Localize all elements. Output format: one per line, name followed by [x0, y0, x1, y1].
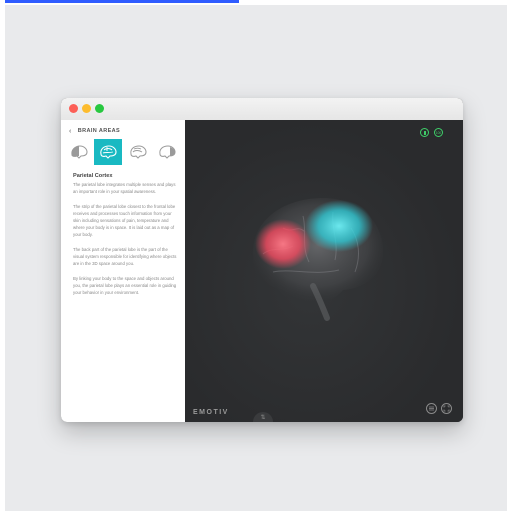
article-paragraph: The back part of the parietal lobe is th… — [73, 247, 177, 266]
chevron-left-icon: ‹ — [69, 127, 72, 135]
cursor-icon: ⇅ — [260, 415, 266, 421]
brain-3d-model[interactable] — [243, 176, 393, 326]
cursor-button[interactable]: ⇅ — [253, 412, 273, 422]
frontal-lobe-icon — [71, 145, 88, 159]
expand-icon — [443, 405, 450, 412]
parietal-lobe-icon — [100, 145, 117, 159]
tab-frontal-lobe[interactable] — [65, 139, 93, 165]
article-paragraph: By linking your body to the space and ob… — [73, 276, 177, 295]
tab-occipital-lobe[interactable] — [153, 139, 181, 165]
brain-area-tabs — [65, 139, 181, 165]
expand-button[interactable] — [441, 403, 452, 414]
emotiv-logo: EMOTIV — [193, 409, 229, 416]
back-button[interactable]: ‹ BRAIN AREAS — [69, 125, 120, 137]
tab-parietal-lobe[interactable] — [94, 139, 123, 165]
battery-icon[interactable] — [420, 128, 429, 137]
top-link-bar — [5, 0, 239, 3]
article-paragraph: The strip of the parietal lobe closest t… — [73, 204, 176, 237]
tab-temporal-lobe[interactable] — [124, 139, 152, 165]
brain-viewer[interactable]: 100 EMOTIV ⇅ — [185, 120, 463, 422]
layers-button[interactable] — [426, 403, 437, 414]
window-titlebar — [61, 98, 463, 121]
back-label: BRAIN AREAS — [77, 128, 121, 134]
zoom-window-button[interactable] — [95, 104, 104, 113]
temporal-lobe-icon — [130, 145, 147, 159]
minimize-window-button[interactable] — [82, 104, 91, 113]
brain-area-article: Parietal Cortex The parietal lobe integr… — [73, 172, 179, 304]
article-title: Parietal Cortex — [73, 173, 113, 179]
layers-icon — [429, 406, 434, 411]
occipital-lobe-icon — [159, 145, 176, 159]
sidebar: ‹ BRAIN AREAS Parietal Cortex The pariet… — [61, 120, 185, 422]
app-window: ‹ BRAIN AREAS Parietal Cortex The pariet… — [61, 98, 463, 422]
article-paragraph: The parietal lobe integrates multiple se… — [73, 182, 176, 194]
close-window-button[interactable] — [69, 104, 78, 113]
signal-icon[interactable]: 100 — [434, 128, 443, 137]
